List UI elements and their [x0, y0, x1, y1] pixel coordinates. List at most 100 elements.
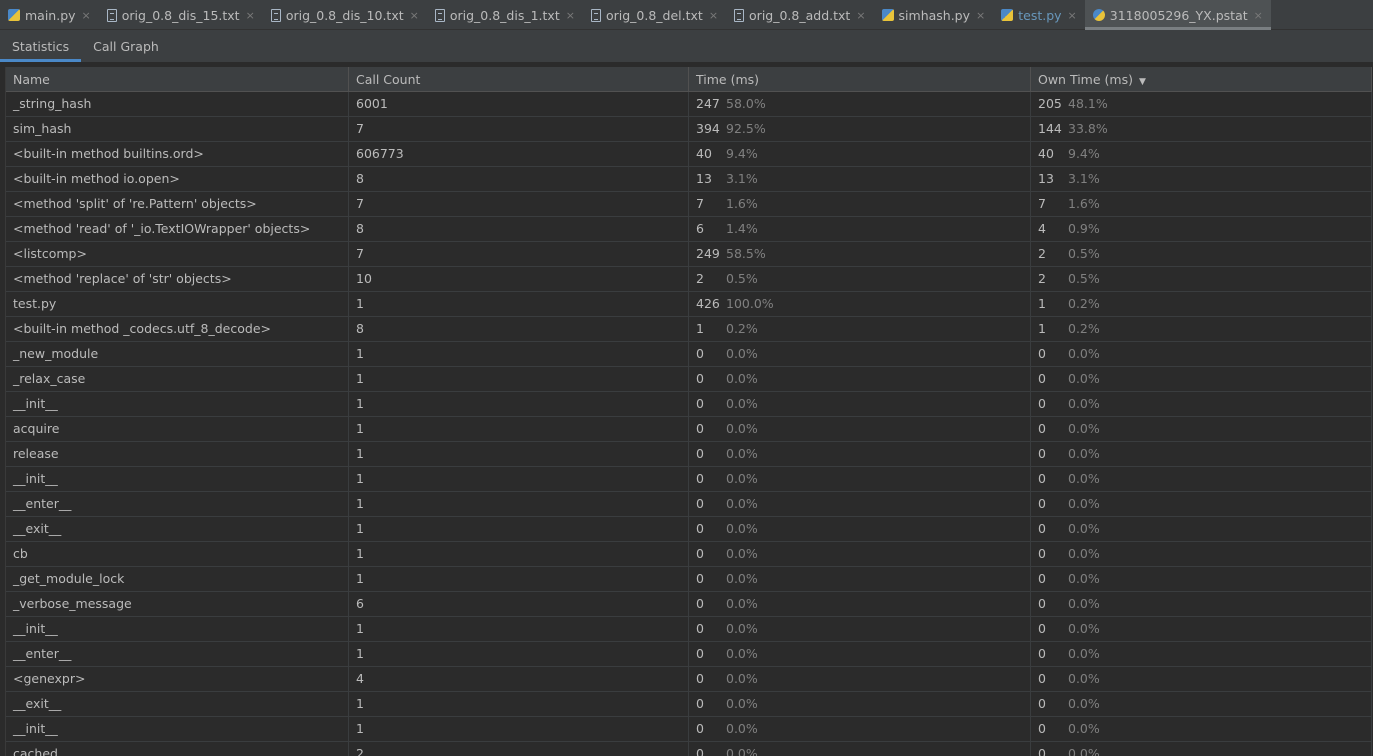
close-icon[interactable]: × — [246, 9, 255, 22]
call-count-cell: 8 — [349, 317, 689, 341]
table-row[interactable]: test.py 1 426 100.0% 1 0.2% — [6, 292, 1372, 317]
column-header-time[interactable]: Time (ms) — [689, 67, 1031, 92]
editor-tab[interactable]: orig_0.8_add.txt × — [726, 0, 874, 30]
time-cell: 0 0.0% — [689, 542, 1031, 566]
table-row[interactable]: __enter__ 1 0 0.0% 0 0.0% — [6, 642, 1372, 667]
table-row[interactable]: __init__ 1 0 0.0% 0 0.0% — [6, 392, 1372, 417]
own-time-percent: 0.0% — [1068, 546, 1100, 561]
column-header-call-count[interactable]: Call Count — [349, 67, 689, 92]
editor-tab[interactable]: orig_0.8_del.txt × — [583, 0, 726, 30]
own-time-percent: 0.0% — [1068, 621, 1100, 636]
close-icon[interactable]: × — [976, 9, 985, 22]
own-time-percent: 0.5% — [1068, 246, 1100, 261]
editor-tab[interactable]: main.py × — [0, 0, 99, 30]
time-percent: 1.4% — [726, 221, 758, 236]
editor-tab-label: main.py — [25, 7, 76, 23]
close-icon[interactable]: × — [1068, 9, 1077, 22]
time-cell: 6 1.4% — [689, 217, 1031, 241]
function-name-cell: __init__ — [6, 617, 349, 641]
editor-tab[interactable]: orig_0.8_dis_10.txt × — [263, 0, 427, 30]
own-time-percent: 33.8% — [1068, 121, 1108, 136]
function-name-cell: __init__ — [6, 717, 349, 741]
column-header-name[interactable]: Name — [6, 67, 349, 92]
table-row[interactable]: _get_module_lock 1 0 0.0% 0 0.0% — [6, 567, 1372, 592]
table-row[interactable]: acquire 1 0 0.0% 0 0.0% — [6, 417, 1372, 442]
table-row[interactable]: <listcomp> 7 249 58.5% 2 0.5% — [6, 242, 1372, 267]
own-time-percent: 0.0% — [1068, 346, 1100, 361]
call-count-cell: 1 — [349, 517, 689, 541]
time-cell: 0 0.0% — [689, 592, 1031, 616]
own-time-percent: 0.0% — [1068, 671, 1100, 686]
table-row[interactable]: __enter__ 1 0 0.0% 0 0.0% — [6, 492, 1372, 517]
table-row[interactable]: _new_module 1 0 0.0% 0 0.0% — [6, 342, 1372, 367]
editor-tab[interactable]: orig_0.8_dis_15.txt × — [99, 0, 263, 30]
time-percent: 3.1% — [726, 171, 758, 186]
tab-statistics[interactable]: Statistics — [0, 30, 82, 62]
table-row[interactable]: __init__ 1 0 0.0% 0 0.0% — [6, 717, 1372, 742]
table-row[interactable]: __init__ 1 0 0.0% 0 0.0% — [6, 617, 1372, 642]
time-cell: 0 0.0% — [689, 742, 1031, 756]
time-percent: 0.2% — [726, 321, 758, 336]
table-row[interactable]: __init__ 1 0 0.0% 0 0.0% — [6, 467, 1372, 492]
time-value: 0 — [696, 546, 704, 561]
own-time-value: 13 — [1038, 171, 1054, 186]
table-row[interactable]: __exit__ 1 0 0.0% 0 0.0% — [6, 692, 1372, 717]
python-file-icon — [1001, 9, 1014, 21]
table-row[interactable]: __exit__ 1 0 0.0% 0 0.0% — [6, 517, 1372, 542]
table-row[interactable]: <method 'replace' of 'str' objects> 10 2 0.… — [6, 267, 1372, 292]
function-name-cell: <built-in method _codecs.utf_8_decode> — [6, 317, 349, 341]
table-row[interactable]: _verbose_message 6 0 0.0% 0 0.0% — [6, 592, 1372, 617]
own-time-cell: 0 0.0% — [1031, 567, 1372, 591]
table-row[interactable]: _relax_case 1 0 0.0% 0 0.0% — [6, 367, 1372, 392]
close-icon[interactable]: × — [709, 9, 718, 22]
close-icon[interactable]: × — [1254, 9, 1263, 22]
own-time-percent: 0.0% — [1068, 421, 1100, 436]
table-row[interactable]: cb 1 0 0.0% 0 0.0% — [6, 542, 1372, 567]
own-time-cell: 144 33.8% — [1031, 117, 1372, 141]
editor-tab[interactable]: 3118005296_YX.pstat × — [1084, 0, 1271, 30]
own-time-cell: 40 9.4% — [1031, 142, 1372, 166]
close-icon[interactable]: × — [566, 9, 575, 22]
own-time-percent: 0.0% — [1068, 746, 1100, 756]
tab-call-graph[interactable]: Call Graph — [81, 30, 171, 62]
own-time-percent: 0.2% — [1068, 321, 1100, 336]
close-icon[interactable]: × — [856, 9, 865, 22]
table-row[interactable]: <method 'split' of 're.Pattern' objects>… — [6, 192, 1372, 217]
editor-tab[interactable]: test.py × — [993, 0, 1085, 30]
table-row[interactable]: release 1 0 0.0% 0 0.0% — [6, 442, 1372, 467]
table-row[interactable]: <genexpr> 4 0 0.0% 0 0.0% — [6, 667, 1372, 692]
function-name-cell: __enter__ — [6, 642, 349, 666]
table-body: _string_hash 6001 247 58.0% 205 48.1% sim_hash… — [6, 92, 1372, 756]
close-icon[interactable]: × — [410, 9, 419, 22]
time-percent: 0.0% — [726, 571, 758, 586]
function-name-cell: __init__ — [6, 392, 349, 416]
table-header: Name Call Count Time (ms) Own Time (ms) ▼ — [6, 67, 1372, 92]
own-time-cell: 0 0.0% — [1031, 392, 1372, 416]
function-name-cell: __enter__ — [6, 492, 349, 516]
table-row[interactable]: <built-in method _codecs.utf_8_decode> 8 1… — [6, 317, 1372, 342]
editor-tab[interactable]: simhash.py × — [874, 0, 994, 30]
close-icon[interactable]: × — [82, 9, 91, 22]
editor-tab[interactable]: orig_0.8_dis_1.txt × — [427, 0, 583, 30]
own-time-value: 4 — [1038, 221, 1046, 236]
own-time-cell: 0 0.0% — [1031, 667, 1372, 691]
table-row[interactable]: <method 'read' of '_io.TextIOWrapper' ob… — [6, 217, 1372, 242]
own-time-value: 0 — [1038, 346, 1046, 361]
own-time-percent: 0.9% — [1068, 221, 1100, 236]
call-count-cell: 1 — [349, 392, 689, 416]
own-time-cell: 0 0.0% — [1031, 467, 1372, 491]
table-row[interactable]: sim_hash 7 394 92.5% 144 33.8% — [6, 117, 1372, 142]
call-count-cell: 7 — [349, 242, 689, 266]
call-count-cell: 606773 — [349, 142, 689, 166]
own-time-cell: 4 0.9% — [1031, 217, 1372, 241]
table-row[interactable]: cached 2 0 0.0% 0 0.0% — [6, 742, 1372, 756]
time-cell: 2 0.5% — [689, 267, 1031, 291]
editor-tab-label: 3118005296_YX.pstat — [1109, 7, 1248, 23]
function-name-cell: sim_hash — [6, 117, 349, 141]
own-time-value: 2 — [1038, 271, 1046, 286]
table-row[interactable]: <built-in method io.open> 8 13 3.1% 13 3.1% — [6, 167, 1372, 192]
call-count-cell: 1 — [349, 442, 689, 466]
table-row[interactable]: _string_hash 6001 247 58.0% 205 48.1% — [6, 92, 1372, 117]
table-row[interactable]: <built-in method builtins.ord> 606773 40 9.… — [6, 142, 1372, 167]
column-header-own-time[interactable]: Own Time (ms) ▼ — [1031, 67, 1372, 92]
